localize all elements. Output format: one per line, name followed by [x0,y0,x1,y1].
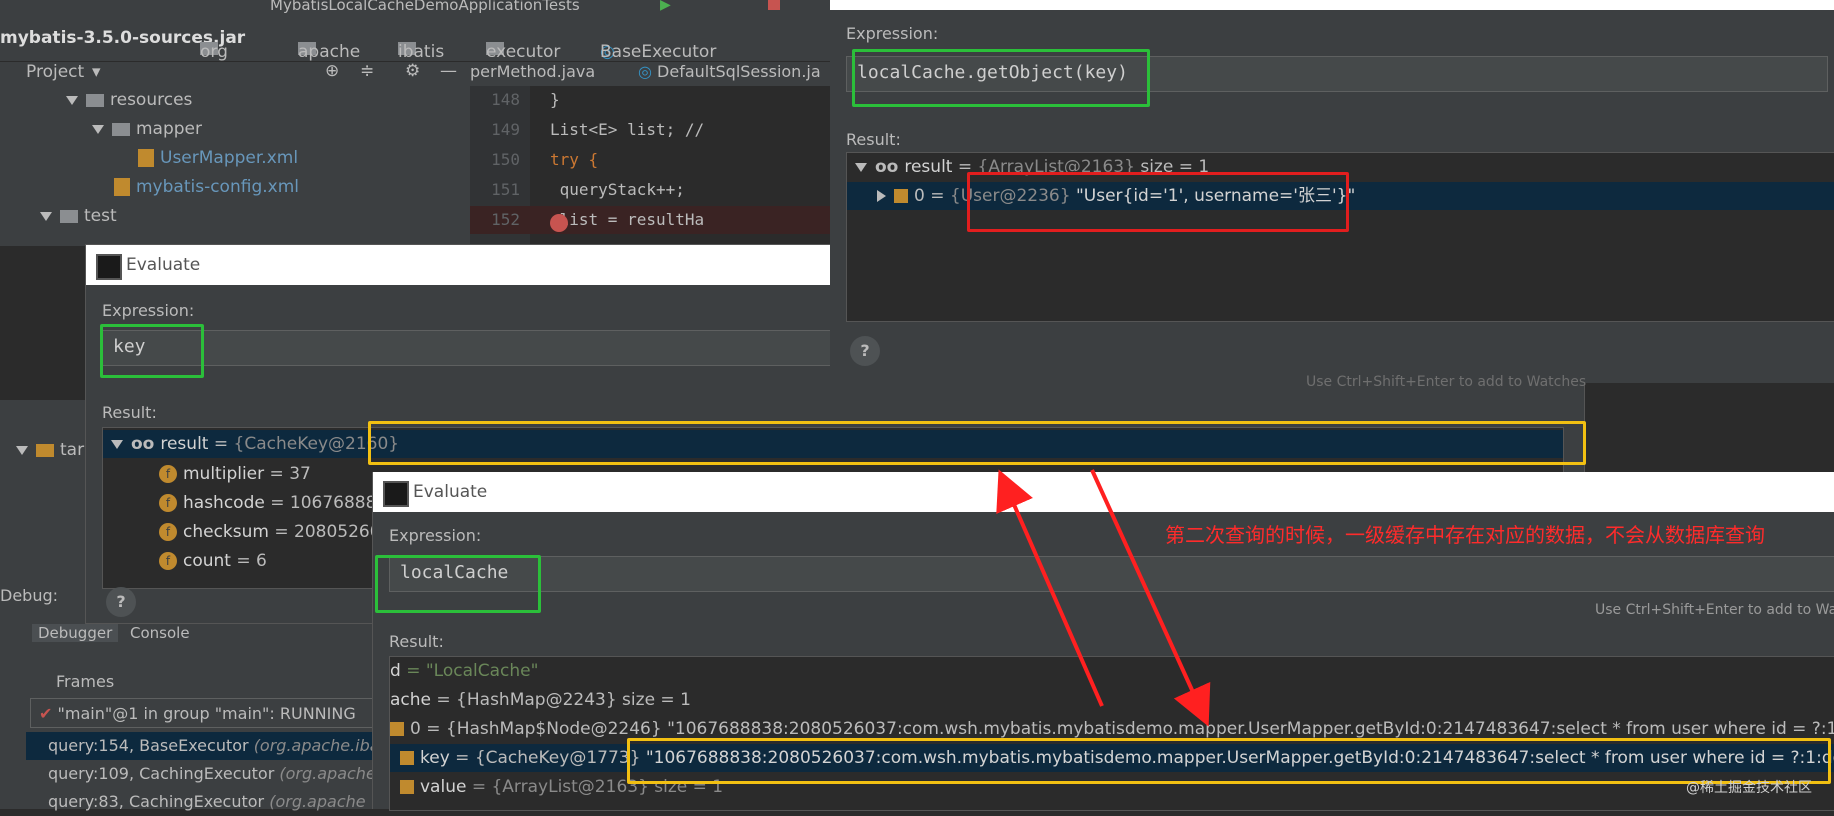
arrow-up [996,469,1104,707]
arrow-down [1090,469,1211,727]
annotation-text: 第二次查询的时候，一级缓存中存在对应的数据，不会从数据库查询 [1165,523,1765,547]
arrows-overlay [996,469,1211,727]
watermark: @稀土掘金技术社区 [1686,780,1812,796]
